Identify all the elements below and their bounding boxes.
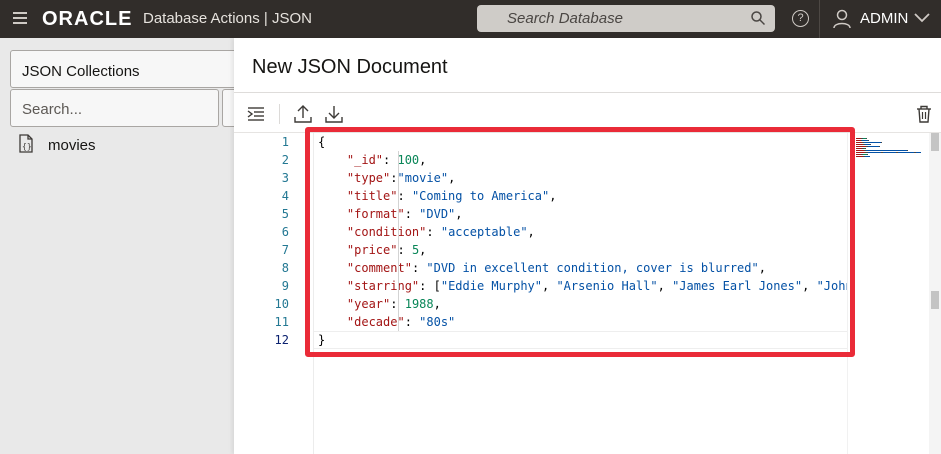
line-number: 11: [274, 315, 289, 329]
minimap-token: [868, 140, 869, 141]
minimap-token: [856, 152, 865, 153]
search-database-input[interactable]: Search Database: [477, 5, 775, 32]
line-number: 9: [281, 279, 289, 293]
tree-item-label: movies: [48, 137, 96, 154]
minimap[interactable]: [847, 133, 930, 454]
collections-select-label: JSON Collections: [22, 63, 140, 80]
collections-select[interactable]: JSON Collections: [10, 50, 240, 88]
search-icon[interactable]: [751, 11, 765, 25]
minimap-token: [868, 152, 881, 153]
minimap-token: [866, 138, 867, 139]
line-number: 8: [281, 261, 289, 275]
minimap-token: [865, 156, 870, 157]
minimap-token: [868, 146, 879, 147]
download-icon[interactable]: [324, 104, 344, 124]
collections-sidebar: JSON Collections Search... {} movies: [0, 38, 242, 454]
highlight-annotation-box: [305, 127, 855, 357]
minimap-token: [856, 156, 863, 157]
minimap-token: [856, 144, 863, 145]
toolbar-divider: [279, 104, 280, 124]
minimap-token: [881, 142, 882, 143]
chevron-down-icon[interactable]: [914, 12, 930, 24]
line-number: 2: [281, 153, 289, 167]
collection-search-placeholder: Search...: [22, 101, 83, 118]
json-document-icon: {}: [19, 134, 33, 153]
line-number: 7: [281, 243, 289, 257]
divider: [234, 92, 941, 93]
minimap-token: [866, 150, 907, 151]
minimap-token: [907, 150, 908, 151]
help-icon[interactable]: ?: [792, 10, 809, 27]
line-number-gutter: 1 2 3 4 5 6 7 8 9 10 11 12: [234, 133, 314, 454]
user-menu-button[interactable]: ADMIN: [860, 10, 908, 27]
minimap-token: [864, 142, 881, 143]
scrollbar-marker: [931, 291, 939, 309]
minimap-token: [883, 152, 896, 153]
minimap-token: [898, 152, 914, 153]
scrollbar-thumb[interactable]: [931, 133, 939, 151]
top-bar: ORACLE Database Actions | JSON Search Da…: [0, 0, 941, 38]
line-number: 12: [274, 333, 289, 347]
upload-icon[interactable]: [293, 104, 313, 124]
minimap-token: [856, 146, 866, 147]
product-title: Database Actions | JSON: [143, 10, 312, 27]
page-title: New JSON Document: [252, 56, 448, 78]
format-icon[interactable]: [246, 104, 266, 124]
vertical-scrollbar[interactable]: [929, 133, 941, 454]
line-number: 1: [281, 135, 289, 149]
minimap-token: [879, 146, 880, 147]
minimap-token: [867, 154, 868, 155]
line-number: 10: [274, 297, 289, 311]
minimap-token: [870, 144, 871, 145]
oracle-logo: ORACLE: [42, 8, 133, 30]
svg-text:{}: {}: [22, 142, 32, 151]
user-icon[interactable]: [833, 9, 851, 29]
line-number: 6: [281, 225, 289, 239]
line-number: 3: [281, 171, 289, 185]
divider: [819, 0, 820, 38]
collection-search-input[interactable]: Search...: [10, 89, 219, 127]
trash-icon[interactable]: [914, 104, 934, 124]
line-number: 5: [281, 207, 289, 221]
line-number: 4: [281, 189, 289, 203]
hamburger-menu-icon[interactable]: [13, 12, 27, 26]
search-placeholder: Search Database: [507, 10, 623, 27]
minimap-token: [916, 152, 921, 153]
minimap-token: [856, 150, 864, 151]
minimap-token: [865, 148, 866, 149]
